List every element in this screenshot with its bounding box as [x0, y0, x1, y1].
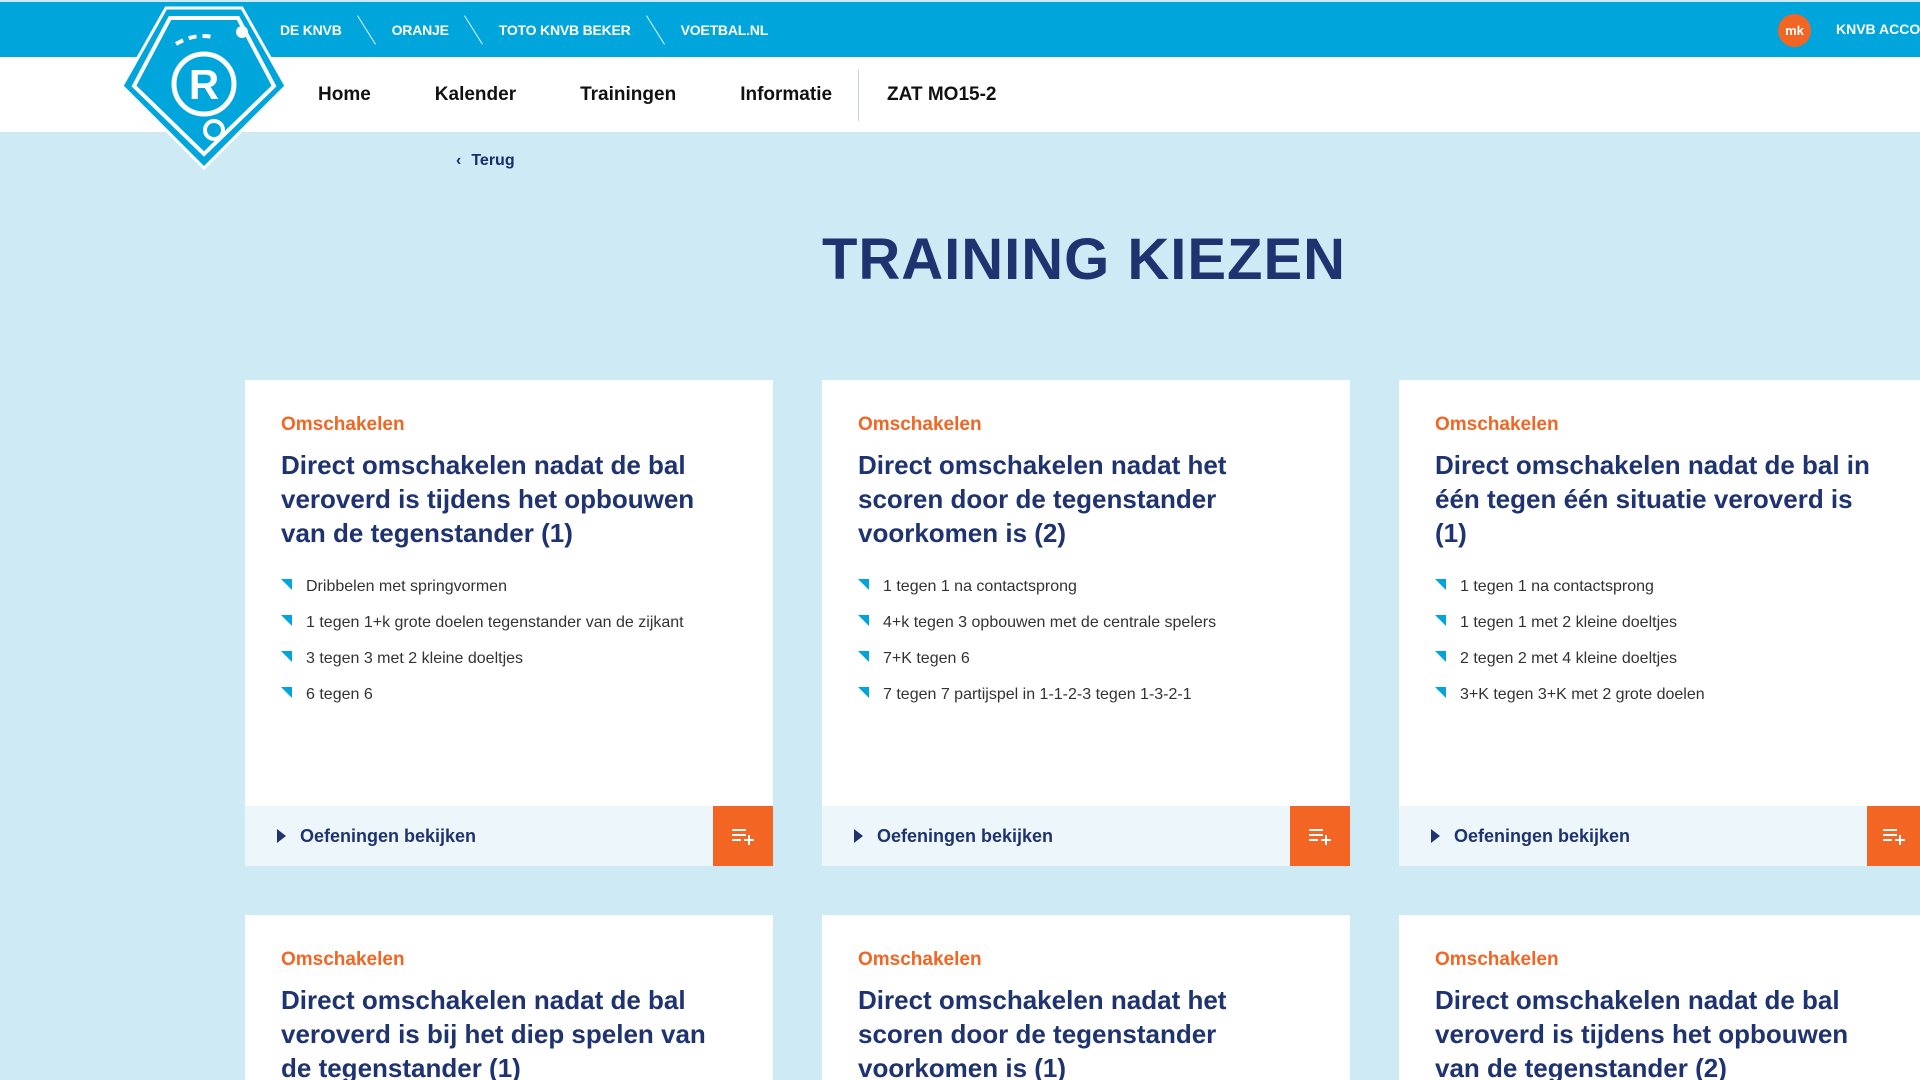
view-exercises-label: Oefeningen bekijken [1454, 825, 1631, 846]
add-to-plan-button[interactable] [713, 806, 773, 866]
card-title[interactable]: Direct omschakelen nadat de bal veroverd… [281, 983, 737, 1080]
card-title[interactable]: Direct omschakelen nadat de bal veroverd… [1435, 983, 1884, 1080]
exercise-label: 7+K tegen 6 [883, 650, 970, 667]
list-item: 3+K tegen 3+K met 2 grote doelen [1435, 686, 1884, 722]
page-title: TRAINING KIEZEN [821, 227, 1347, 292]
training-card: Omschakelen Direct omschakelen nadat het… [822, 915, 1350, 1080]
separator [463, 15, 485, 45]
play-icon [277, 829, 286, 843]
add-to-plan-button[interactable] [1867, 806, 1920, 866]
bullet-icon [281, 579, 292, 590]
chevron-left-icon: ‹ [456, 152, 462, 169]
bullet-icon [858, 651, 869, 662]
card-footer: Oefeningen bekijken [245, 806, 773, 866]
card-category: Omschakelen [1435, 414, 1559, 435]
toplink-oranje[interactable]: ORANJE [392, 22, 449, 38]
svg-text:R: R [189, 61, 219, 108]
training-card: Omschakelen Direct omschakelen nadat het… [822, 380, 1350, 866]
exercise-list: 1 tegen 1 na contactsprong 4+k tegen 3 o… [858, 578, 1314, 722]
exercise-label: 3+K tegen 3+K met 2 grote doelen [1460, 686, 1705, 703]
back-label: Terug [471, 152, 515, 169]
toplink-voetbal-nl[interactable]: VOETBAL.NL [681, 22, 769, 38]
separator [356, 15, 378, 45]
bullet-icon [858, 579, 869, 590]
bullet-icon [858, 615, 869, 626]
training-card: Omschakelen Direct omschakelen nadat de … [245, 380, 773, 866]
back-link[interactable]: ‹ Terug [456, 152, 515, 170]
list-item: 1 tegen 1 met 2 kleine doeltjes [1435, 614, 1884, 650]
add-list-icon [1309, 829, 1331, 845]
nav-divider [858, 69, 860, 121]
add-list-icon [1883, 829, 1905, 845]
play-icon [854, 829, 863, 843]
bullet-icon [1435, 687, 1446, 698]
exercise-label: 1 tegen 1 na contactsprong [1460, 578, 1654, 595]
bullet-icon [858, 687, 869, 698]
view-exercises-link[interactable]: Oefeningen bekijken [854, 806, 1053, 866]
training-card: Omschakelen Direct omschakelen nadat de … [1399, 380, 1920, 866]
bullet-icon [281, 615, 292, 626]
team-selector[interactable]: ZAT MO15-2 [887, 84, 996, 106]
exercise-label: 1 tegen 1 met 2 kleine doeltjes [1460, 614, 1678, 631]
card-category: Omschakelen [858, 414, 982, 435]
exercise-label: Dribbelen met springvormen [306, 578, 507, 595]
view-exercises-link[interactable]: Oefeningen bekijken [277, 806, 476, 866]
card-title[interactable]: Direct omschakelen nadat het scoren door… [858, 448, 1314, 550]
exercise-label: 6 tegen 6 [306, 686, 373, 703]
nav-home[interactable]: Home [318, 84, 371, 106]
exercise-label: 1 tegen 1+k grote doelen tegenstander va… [306, 614, 684, 631]
card-category: Omschakelen [1435, 949, 1559, 970]
list-item: 4+k tegen 3 opbouwen met de centrale spe… [858, 614, 1314, 650]
card-category: Omschakelen [858, 949, 982, 970]
nav-informatie[interactable]: Informatie [740, 84, 832, 106]
list-item: 7 tegen 7 partijspel in 1-1-2-3 tegen 1-… [858, 686, 1314, 722]
list-item: 1 tegen 1 na contactsprong [1435, 578, 1884, 614]
separator [645, 15, 667, 45]
view-exercises-label: Oefeningen bekijken [300, 825, 477, 846]
bullet-icon [1435, 651, 1446, 662]
card-footer: Oefeningen bekijken [1399, 806, 1920, 866]
play-icon [1431, 829, 1440, 843]
list-item: 3 tegen 3 met 2 kleine doeltjes [281, 650, 737, 686]
toplink-toto-knvb-beker[interactable]: TOTO KNVB BEKER [499, 22, 631, 38]
exercise-label: 4+k tegen 3 opbouwen met de centrale spe… [883, 614, 1217, 631]
card-title[interactable]: Direct omschakelen nadat de bal in één t… [1435, 448, 1884, 550]
card-title[interactable]: Direct omschakelen nadat het scoren door… [858, 983, 1314, 1080]
add-to-plan-button[interactable] [1290, 806, 1350, 866]
card-title[interactable]: Direct omschakelen nadat de bal veroverd… [281, 448, 737, 550]
account-link[interactable]: KNVB ACCOU [1836, 21, 1920, 37]
training-card: Omschakelen Direct omschakelen nadat de … [1399, 915, 1920, 1080]
list-item: 1 tegen 1+k grote doelen tegenstander va… [281, 614, 737, 650]
list-item: 2 tegen 2 met 4 kleine doeltjes [1435, 650, 1884, 686]
avatar[interactable]: mk [1778, 14, 1811, 47]
exercise-label: 2 tegen 2 met 4 kleine doeltjes [1460, 650, 1678, 667]
view-exercises-link[interactable]: Oefeningen bekijken [1431, 806, 1630, 866]
exercise-label: 7 tegen 7 partijspel in 1-1-2-3 tegen 1-… [883, 686, 1192, 703]
bullet-icon [281, 687, 292, 698]
list-item: Dribbelen met springvormen [281, 578, 737, 614]
bullet-icon [1435, 615, 1446, 626]
card-category: Omschakelen [281, 414, 405, 435]
list-item: 1 tegen 1 na contactsprong [858, 578, 1314, 614]
card-footer: Oefeningen bekijken [822, 806, 1350, 866]
add-list-icon [732, 829, 754, 845]
nav-trainingen[interactable]: Trainingen [580, 84, 676, 106]
nav-kalender[interactable]: Kalender [435, 84, 516, 106]
list-item: 6 tegen 6 [281, 686, 737, 722]
knvb-logo-icon[interactable]: R [116, 2, 292, 174]
view-exercises-label: Oefeningen bekijken [877, 825, 1054, 846]
bullet-icon [1435, 579, 1446, 590]
exercise-list: 1 tegen 1 na contactsprong 1 tegen 1 met… [1435, 578, 1884, 722]
list-item: 7+K tegen 6 [858, 650, 1314, 686]
exercise-label: 1 tegen 1 na contactsprong [883, 578, 1077, 595]
top-links: DE KNVB ORANJE TOTO KNVB BEKER VOETBAL.N… [280, 2, 768, 57]
exercise-label: 3 tegen 3 met 2 kleine doeltjes [306, 650, 524, 667]
exercise-list: Dribbelen met springvormen 1 tegen 1+k g… [281, 578, 737, 722]
bullet-icon [281, 651, 292, 662]
training-card: Omschakelen Direct omschakelen nadat de … [245, 915, 773, 1080]
card-category: Omschakelen [281, 949, 405, 970]
